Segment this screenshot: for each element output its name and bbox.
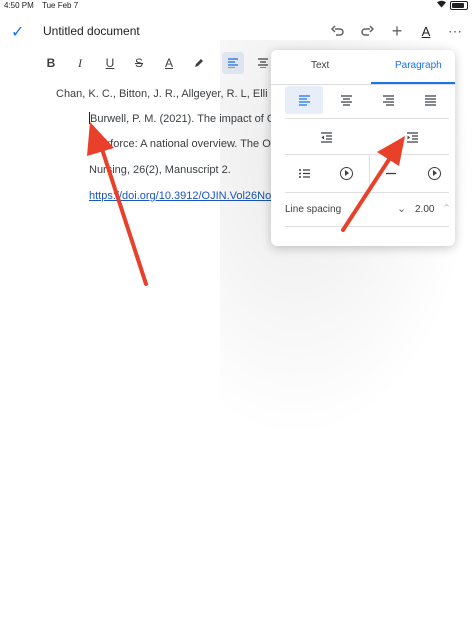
doc-line-2-wrapper: Burwell, P. M. (2021). The impact of C bbox=[89, 112, 275, 125]
underline-icon[interactable]: U bbox=[99, 52, 121, 74]
decrease-indent-button[interactable] bbox=[311, 126, 341, 148]
align-left-button[interactable] bbox=[285, 86, 323, 114]
tab-text[interactable]: Text bbox=[311, 60, 329, 71]
top-bar: ✓ Untitled document + A ⋯ bbox=[0, 18, 474, 44]
doc-line-1: Chan, K. C., Bitton, J. R., Allgeyer, R.… bbox=[56, 88, 268, 100]
alignment-row bbox=[285, 86, 447, 116]
bulleted-list-button[interactable] bbox=[375, 162, 405, 184]
italic-icon[interactable]: I bbox=[69, 52, 91, 74]
align-justify-button[interactable] bbox=[411, 86, 449, 114]
tab-paragraph[interactable]: Paragraph bbox=[395, 60, 442, 71]
status-time: 4:50 PM bbox=[4, 1, 34, 10]
vertical-divider bbox=[369, 154, 370, 190]
bold-icon[interactable]: B bbox=[40, 52, 62, 74]
divider bbox=[285, 226, 449, 227]
divider bbox=[285, 118, 449, 119]
insert-plus-icon[interactable]: + bbox=[386, 20, 408, 42]
redo-icon[interactable] bbox=[356, 20, 378, 42]
status-date: Tue Feb 7 bbox=[42, 1, 79, 10]
chevron-up-icon[interactable]: ⌃ bbox=[442, 202, 451, 215]
dropdown-circle-icon bbox=[427, 166, 441, 180]
text-format-icon[interactable]: A bbox=[415, 20, 437, 42]
divider bbox=[285, 192, 449, 193]
active-tab-indicator bbox=[371, 82, 455, 84]
align-left-toolbar-icon[interactable] bbox=[222, 52, 244, 74]
increase-indent-button[interactable] bbox=[397, 126, 427, 148]
more-options-icon[interactable]: ⋯ bbox=[444, 20, 466, 42]
text-color-icon[interactable]: A bbox=[158, 52, 180, 74]
align-right-button[interactable] bbox=[369, 86, 407, 114]
document-title[interactable]: Untitled document bbox=[43, 24, 140, 38]
numbered-list-button[interactable] bbox=[289, 162, 319, 184]
chevron-down-icon[interactable]: ⌄ bbox=[397, 202, 406, 215]
align-center-button[interactable] bbox=[327, 86, 365, 114]
status-indicators bbox=[436, 0, 468, 10]
strikethrough-icon[interactable]: S bbox=[128, 52, 150, 74]
format-tabs: Text Paragraph bbox=[271, 50, 455, 85]
status-bar: 4:50 PM Tue Feb 7 bbox=[0, 0, 474, 12]
doc-line-2: Burwell, P. M. (2021). The impact of C bbox=[90, 113, 275, 125]
bullet-options-button[interactable] bbox=[419, 162, 449, 184]
highlight-pen-icon[interactable] bbox=[188, 52, 210, 74]
format-panel: Text Paragraph Line spacing ⌄ 2.00 ⌃ bbox=[271, 50, 455, 246]
battery-icon bbox=[450, 0, 468, 10]
line-spacing-value: 2.00 bbox=[415, 204, 435, 215]
done-check-icon[interactable]: ✓ bbox=[11, 22, 24, 42]
list-options-button[interactable] bbox=[331, 162, 361, 184]
line-spacing-label: Line spacing bbox=[285, 204, 342, 215]
wifi-icon bbox=[436, 0, 447, 10]
doc-line-3: rkforce: A national overview. The O bbox=[101, 138, 271, 150]
divider bbox=[285, 154, 449, 155]
dropdown-circle-icon bbox=[339, 166, 353, 180]
doc-line-4: Nursing, 26(2), Manuscript 2. bbox=[89, 164, 231, 176]
undo-icon[interactable] bbox=[327, 20, 349, 42]
doi-link[interactable]: https://doi.org/10.3912/OJIN.Vol26No bbox=[89, 190, 271, 202]
